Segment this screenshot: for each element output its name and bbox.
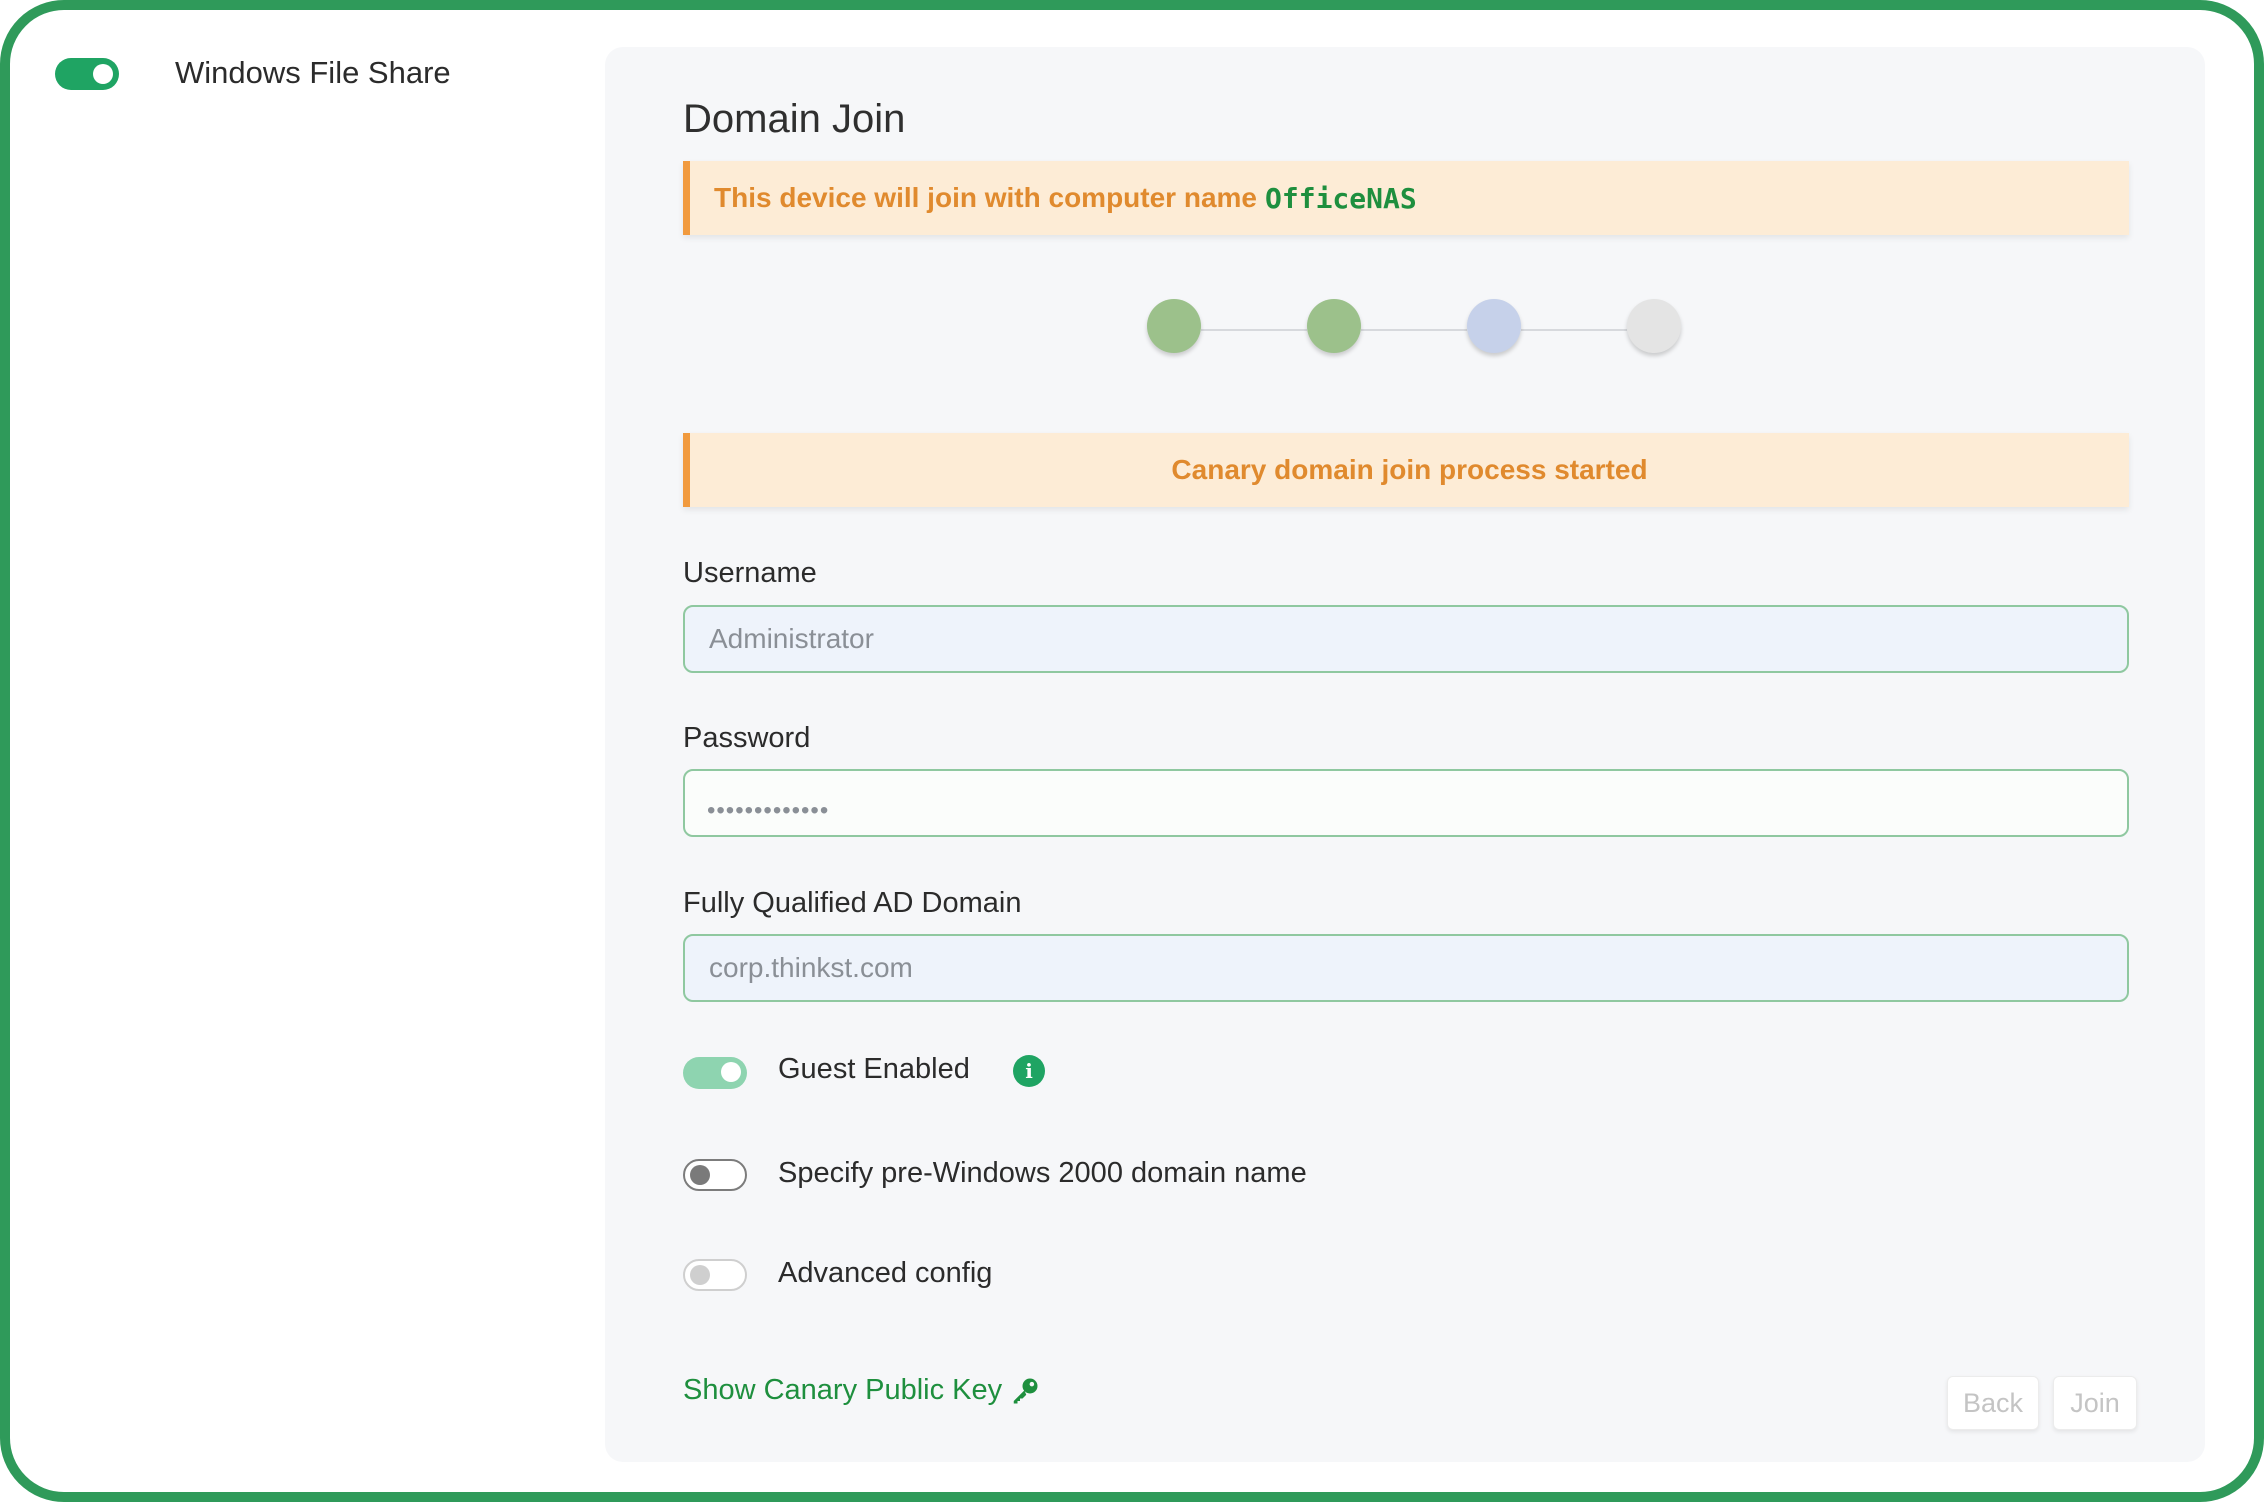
panel-title: Domain Join <box>683 97 906 141</box>
guest-enabled-toggle[interactable] <box>683 1057 747 1089</box>
pre-windows-2000-label: Specify pre-Windows 2000 domain name <box>778 1157 1307 1189</box>
toggle-knob <box>690 1165 710 1185</box>
pre-windows-2000-toggle[interactable] <box>683 1159 747 1191</box>
username-label: Username <box>683 557 817 589</box>
advanced-config-label: Advanced config <box>778 1257 993 1289</box>
service-title: Windows File Share <box>175 55 451 90</box>
domain-join-panel: Domain Join This device will join with c… <box>605 47 2205 1462</box>
password-masked-value: ••••••••••••• <box>707 797 830 824</box>
toggle-knob <box>690 1265 710 1285</box>
advanced-config-toggle[interactable] <box>683 1259 747 1291</box>
status-message: Canary domain join process started <box>1171 454 1648 485</box>
domain-label: Fully Qualified AD Domain <box>683 887 1022 919</box>
password-label: Password <box>683 722 811 754</box>
username-input[interactable] <box>683 605 2129 673</box>
step-connector <box>1361 329 1467 331</box>
service-enabled-toggle[interactable] <box>55 58 119 90</box>
step-1 <box>1147 299 1201 353</box>
progress-stepper <box>1147 299 1687 359</box>
step-connector <box>1201 329 1307 331</box>
password-input[interactable] <box>683 769 2129 837</box>
domain-input[interactable] <box>683 934 2129 1002</box>
toggle-knob <box>93 64 113 84</box>
banner-text: This device will join with computer name <box>714 182 1257 213</box>
status-banner: Canary domain join process started <box>683 433 2129 507</box>
show-public-key-label: Show Canary Public Key <box>683 1374 1003 1406</box>
step-connector <box>1521 329 1627 331</box>
computer-name: OfficeNAS <box>1265 181 1417 215</box>
show-public-key-link[interactable]: Show Canary Public Key <box>683 1374 1040 1407</box>
app-frame: Windows File Share Domain Join This devi… <box>0 0 2264 1502</box>
guest-enabled-label: Guest Enabled <box>778 1053 970 1085</box>
back-button[interactable]: Back <box>1947 1376 2039 1430</box>
step-2 <box>1307 299 1361 353</box>
info-icon[interactable]: i <box>1013 1055 1045 1087</box>
join-button[interactable]: Join <box>2053 1376 2137 1430</box>
computer-name-banner: This device will join with computer name… <box>683 161 2129 235</box>
key-icon <box>1013 1378 1038 1403</box>
step-3 <box>1467 299 1521 353</box>
step-4 <box>1627 299 1681 353</box>
toggle-knob <box>721 1062 741 1082</box>
